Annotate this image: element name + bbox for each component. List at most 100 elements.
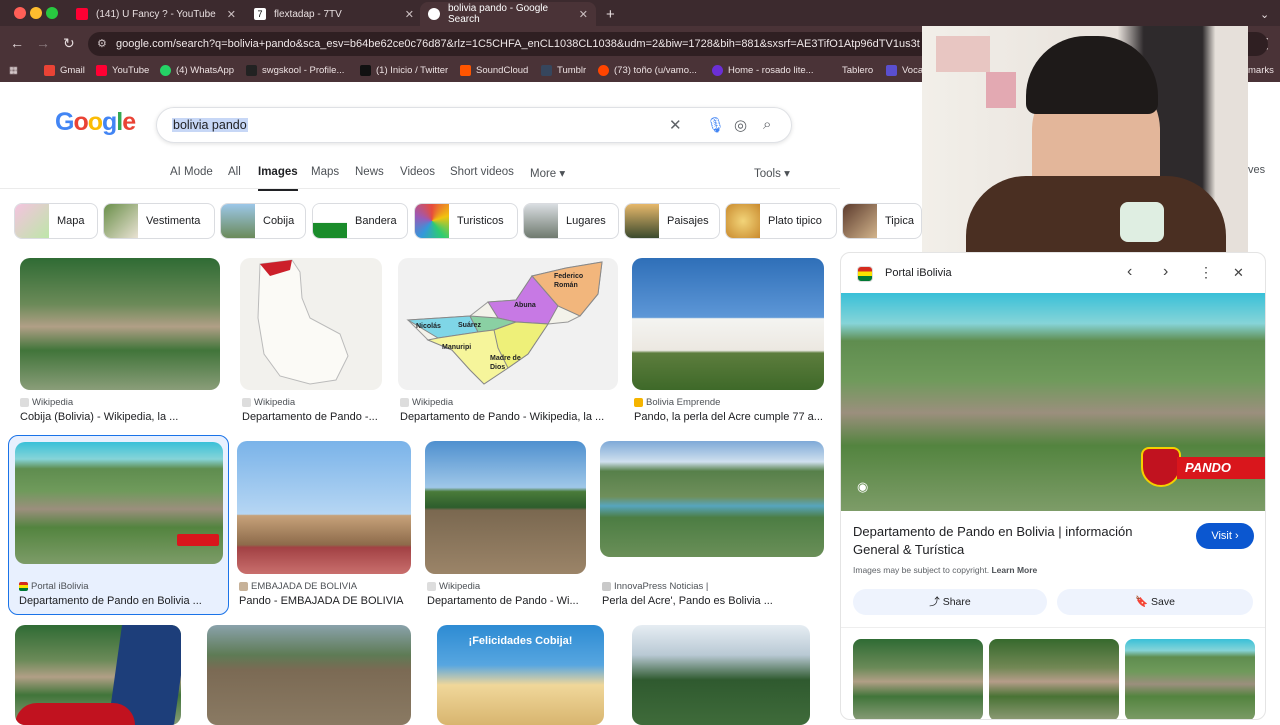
forward-arrow-icon[interactable]: → — [36, 35, 50, 51]
more-options-icon[interactable]: ⋮ — [1199, 264, 1213, 281]
image-result[interactable]: Wikipedia Departamento de Pando -... — [240, 258, 382, 428]
bookmark-tablero[interactable]: Tablero — [826, 65, 873, 76]
image-result[interactable]: ¡Felicidades Cobija! — [437, 625, 604, 725]
panel-source[interactable]: Portal iBolivia — [885, 267, 952, 279]
image-result[interactable]: Bolivia Emprende Pando, la perla del Acr… — [632, 258, 824, 428]
bookmark-rosado[interactable]: Home - rosado lite... — [712, 65, 814, 76]
chip-cobija[interactable]: Cobija — [220, 203, 306, 239]
result-thumbnail[interactable] — [207, 625, 411, 725]
chip-tipica[interactable]: Tipica — [842, 203, 922, 239]
result-thumbnail[interactable] — [20, 258, 220, 390]
previous-icon[interactable]: ‹ — [1127, 263, 1132, 281]
close-tab-icon[interactable]: ✕ — [227, 8, 236, 21]
bookmark-voca[interactable]: Voca — [886, 65, 923, 76]
image-result[interactable]: InnovaPress Noticias | Perla del Acre', … — [600, 441, 824, 611]
close-window-button[interactable] — [14, 7, 26, 19]
saves-link[interactable]: ves — [1248, 164, 1265, 176]
search-input[interactable]: bolivia pando — [172, 118, 248, 132]
result-thumbnail[interactable] — [600, 441, 824, 557]
chip-vestimenta[interactable]: Vestimenta — [103, 203, 215, 239]
folder-icon — [826, 65, 837, 76]
tab-news[interactable]: News — [355, 166, 384, 178]
new-tab-button[interactable]: + — [598, 2, 622, 26]
bookmark-gmail[interactable]: Gmail — [44, 65, 85, 76]
chip-paisajes[interactable]: Paisajes — [624, 203, 720, 239]
chip-mapa[interactable]: Mapa — [14, 203, 98, 239]
image-result[interactable]: Wikipedia Departamento de Pando - Wi... — [425, 441, 586, 611]
tab-youtube[interactable]: (141) U Fancy ? - YouTube ✕ — [68, 2, 244, 26]
bookmark-icon: 🔖 — [1135, 596, 1149, 608]
bookmark-reddit[interactable]: (73) toño (u/vamo... — [598, 65, 697, 76]
bookmark-whatsapp[interactable]: (4) WhatsApp — [160, 65, 234, 76]
image-result[interactable]: EMBAJADA DE BOLIVIA Pando - EMBAJADA DE … — [237, 441, 411, 611]
mic-icon[interactable]: 🎙 — [706, 116, 725, 134]
back-arrow-icon[interactable]: ← — [10, 35, 24, 51]
bookmark-tumblr[interactable]: Tumblr — [541, 65, 586, 76]
tab-ai-mode[interactable]: AI Mode — [170, 166, 213, 178]
close-tab-icon[interactable]: ✕ — [579, 8, 588, 21]
search-icon[interactable]: ⌕ — [763, 116, 771, 133]
tab-7tv[interactable]: 7 flextadap - 7TV ✕ — [246, 2, 422, 26]
result-thumbnail[interactable] — [425, 441, 586, 574]
related-image[interactable] — [853, 639, 983, 719]
copyright-notice: Images may be subject to copyright. Lear… — [853, 565, 1038, 575]
preview-title[interactable]: Departamento de Pando en Bolivia | infor… — [853, 523, 1173, 559]
tab-all[interactable]: All — [228, 166, 241, 178]
tab-images[interactable]: Images — [258, 166, 298, 191]
image-result-selected[interactable]: Portal iBolivia Departamento de Pando en… — [8, 435, 229, 615]
tools-button[interactable]: Tools ▾ — [754, 166, 790, 180]
chip-lugares[interactable]: Lugares — [523, 203, 619, 239]
image-result[interactable] — [15, 625, 181, 725]
tab-videos[interactable]: Videos — [400, 166, 435, 178]
tab-google-search[interactable]: bolivia pando - Google Search ✕ — [420, 2, 596, 26]
bookmark-soundcloud[interactable]: SoundCloud — [460, 65, 528, 76]
close-icon[interactable]: ✕ — [1233, 265, 1244, 281]
tab-maps[interactable]: Maps — [311, 166, 339, 178]
image-result[interactable]: Federico Román Abuna Nicolás Suárez Manu… — [398, 258, 618, 428]
learn-more-link[interactable]: Learn More — [991, 565, 1037, 575]
result-thumbnail[interactable] — [632, 258, 824, 390]
chip-plato-tipico[interactable]: Plato tipico — [725, 203, 837, 239]
tab-more[interactable]: More ▾ — [530, 166, 565, 180]
google-logo[interactable]: Google — [55, 108, 136, 137]
share-button[interactable]: ⤴ Share — [853, 589, 1047, 615]
preview-image[interactable]: PANDO ◉ — [841, 293, 1265, 511]
image-result[interactable] — [207, 625, 411, 725]
related-image[interactable] — [989, 639, 1119, 719]
maximize-window-button[interactable] — [46, 7, 58, 19]
site-info-icon[interactable]: ⚙ — [97, 32, 107, 56]
result-thumbnail[interactable] — [237, 441, 411, 574]
apps-grid-icon[interactable]: ▦ — [9, 65, 18, 76]
all-bookmarks[interactable]: marks — [1248, 65, 1274, 76]
result-thumbnail[interactable] — [15, 442, 223, 564]
share-icon: ⤴ — [929, 596, 940, 608]
image-caption: ¡Felicidades Cobija! — [468, 635, 573, 647]
next-icon[interactable]: › — [1163, 263, 1168, 281]
bookmark-twitter[interactable]: (1) Inicio / Twitter — [360, 65, 448, 76]
result-thumbnail[interactable] — [15, 625, 181, 725]
minimize-window-button[interactable] — [30, 7, 42, 19]
result-thumbnail[interactable]: Federico Román Abuna Nicolás Suárez Manu… — [398, 258, 618, 390]
save-button[interactable]: 🔖 Save — [1057, 589, 1253, 615]
close-tab-icon[interactable]: ✕ — [405, 8, 414, 21]
tab-search-icon[interactable]: ⌄ — [1252, 2, 1276, 26]
related-image[interactable] — [1125, 639, 1255, 719]
result-thumbnail[interactable] — [240, 258, 382, 390]
tab-short-videos[interactable]: Short videos — [450, 166, 514, 178]
lens-icon[interactable]: ◉ — [857, 479, 868, 495]
result-thumbnail[interactable] — [632, 625, 810, 725]
visit-button[interactable]: Visit › — [1196, 523, 1254, 549]
bookmark-swgskool[interactable]: swgskool - Profile... — [246, 65, 344, 76]
chip-thumbnail — [15, 204, 49, 238]
result-thumbnail[interactable]: ¡Felicidades Cobija! — [437, 625, 604, 725]
reload-icon[interactable]: ↻ — [63, 35, 75, 52]
chip-turisticos[interactable]: Turisticos — [414, 203, 518, 239]
bookmark-youtube[interactable]: YouTube — [96, 65, 149, 76]
chip-bandera[interactable]: Bandera — [312, 203, 408, 239]
clear-icon[interactable]: ✕ — [669, 116, 682, 134]
search-box[interactable]: bolivia pando ✕ 🎙 ◎ ⌕ — [156, 107, 792, 143]
image-result[interactable] — [632, 625, 810, 725]
lens-icon[interactable]: ◎ — [734, 116, 747, 134]
image-result[interactable]: Wikipedia Cobija (Bolivia) - Wikipedia, … — [20, 258, 220, 428]
bolivia-map-image — [257, 259, 349, 385]
